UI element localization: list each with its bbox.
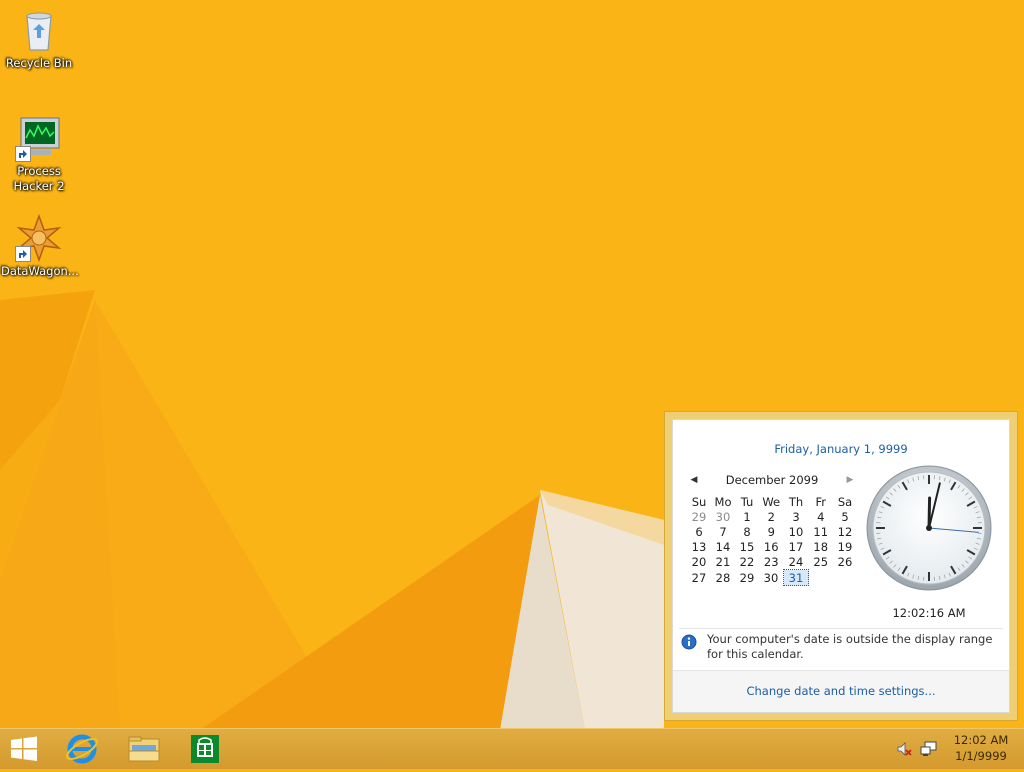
calendar-day[interactable]: 7 xyxy=(711,524,735,539)
calendar-day[interactable]: 11 xyxy=(809,524,834,539)
volume-muted-icon[interactable] xyxy=(896,741,912,757)
store-icon xyxy=(177,729,233,769)
taskbar-clock-date: 1/1/9999 xyxy=(946,748,1016,764)
calendar-day[interactable]: 24 xyxy=(784,554,809,570)
calendar-day[interactable]: 17 xyxy=(784,539,809,554)
info-icon xyxy=(681,634,697,650)
process-hacker-icon xyxy=(15,114,63,162)
calendar-day xyxy=(833,570,857,586)
calendar-day[interactable]: 20 xyxy=(687,554,711,570)
calendar-month-label[interactable]: December 2099 xyxy=(707,472,837,488)
taskbar-internet-explorer[interactable] xyxy=(54,729,110,769)
day-header: Tu xyxy=(735,494,759,509)
taskbar-clock-time: 12:02 AM xyxy=(946,732,1016,748)
calendar-day[interactable]: 28 xyxy=(711,570,735,586)
calendar-day[interactable]: 18 xyxy=(809,539,834,554)
network-icon[interactable] xyxy=(920,741,936,757)
calendar-day[interactable]: 10 xyxy=(784,524,809,539)
calendar-day[interactable]: 29 xyxy=(735,570,759,586)
calendar-day[interactable]: 12 xyxy=(833,524,857,539)
day-header: Fr xyxy=(809,494,834,509)
info-message: Your computer's date is outside the disp… xyxy=(707,632,997,662)
calendar-day[interactable]: 25 xyxy=(809,554,834,570)
long-date-link[interactable]: Friday, January 1, 9999 xyxy=(673,442,1009,456)
calendar-day[interactable]: 5 xyxy=(833,509,857,524)
date-time-flyout: Friday, January 1, 9999 ◀ December 2099 … xyxy=(664,411,1018,721)
calendar-day[interactable]: 26 xyxy=(833,554,857,570)
calendar-day[interactable]: 30 xyxy=(759,570,784,586)
calendar-day[interactable]: 6 xyxy=(687,524,711,539)
start-icon xyxy=(0,729,48,769)
file-explorer-icon xyxy=(116,729,172,769)
calendar-day[interactable]: 15 xyxy=(735,539,759,554)
day-header: Mo xyxy=(711,494,735,509)
day-header: Su xyxy=(687,494,711,509)
calendar-day[interactable]: 22 xyxy=(735,554,759,570)
desktop-icon-process-hacker[interactable]: Process Hacker 2 xyxy=(1,114,77,194)
desktop-icon-recycle-bin[interactable]: Recycle Bin xyxy=(1,6,77,71)
analog-clock xyxy=(865,464,993,592)
taskbar-store[interactable] xyxy=(177,729,233,769)
day-header: Sa xyxy=(833,494,857,509)
digital-time: 12:02:16 AM xyxy=(865,606,993,620)
datawagon-label: DataWagon... xyxy=(1,264,77,279)
flyout-panel: Friday, January 1, 9999 ◀ December 2099 … xyxy=(672,419,1010,713)
calendar-day[interactable]: 14 xyxy=(711,539,735,554)
desktop-icon-datawagon[interactable]: DataWagon... xyxy=(1,214,77,279)
calendar-day[interactable]: 9 xyxy=(759,524,784,539)
clock-center xyxy=(926,525,932,531)
next-month-button[interactable]: ▶ xyxy=(843,472,857,488)
calendar-week-row: 29 30 1 2 3 4 5 xyxy=(687,509,857,524)
calendar-week-row: 20 21 22 23 24 25 26 xyxy=(687,554,857,570)
calendar-day[interactable]: 19 xyxy=(833,539,857,554)
taskbar-clock[interactable]: 12:02 AM 1/1/9999 xyxy=(946,732,1016,764)
calendar-day[interactable]: 4 xyxy=(809,509,834,524)
calendar-day[interactable]: 23 xyxy=(759,554,784,570)
process-hacker-label: Process Hacker 2 xyxy=(1,164,77,194)
calendar-day[interactable]: 29 xyxy=(687,509,711,524)
calendar-week-row: 13 14 15 16 17 18 19 xyxy=(687,539,857,554)
divider xyxy=(679,628,1003,629)
calendar-day xyxy=(809,570,834,586)
day-header: Th xyxy=(784,494,809,509)
calendar-day[interactable]: 1 xyxy=(735,509,759,524)
taskbar: 12:02 AM 1/1/9999 xyxy=(0,728,1024,769)
datawagon-icon xyxy=(15,214,63,262)
calendar-day-selected[interactable]: 31 xyxy=(784,570,809,586)
previous-month-button[interactable]: ◀ xyxy=(687,472,701,488)
shortcut-arrow-icon xyxy=(15,146,31,162)
calendar-week-row: 27 28 29 30 31 xyxy=(687,570,857,586)
change-date-time-settings-link[interactable]: Change date and time settings... xyxy=(673,684,1009,698)
calendar-day[interactable]: 16 xyxy=(759,539,784,554)
calendar-week-row: 6 7 8 9 10 11 12 xyxy=(687,524,857,539)
calendar-day[interactable]: 30 xyxy=(711,509,735,524)
calendar-day[interactable]: 27 xyxy=(687,570,711,586)
recycle-bin-label: Recycle Bin xyxy=(1,56,77,71)
recycle-bin-icon xyxy=(15,6,63,54)
calendar-grid: Su Mo Tu We Th Fr Sa 29 30 1 2 3 4 5 xyxy=(687,494,857,586)
taskbar-file-explorer[interactable] xyxy=(116,729,172,769)
shortcut-arrow-icon xyxy=(15,246,31,262)
calendar-day[interactable]: 3 xyxy=(784,509,809,524)
calendar-day[interactable]: 21 xyxy=(711,554,735,570)
calendar-day[interactable]: 13 xyxy=(687,539,711,554)
day-header: We xyxy=(759,494,784,509)
flyout-footer: Change date and time settings... xyxy=(673,671,1009,712)
day-header-row: Su Mo Tu We Th Fr Sa xyxy=(687,494,857,509)
start-button[interactable] xyxy=(0,729,48,769)
calendar-header: ◀ December 2099 ▶ xyxy=(687,472,857,488)
internet-explorer-icon xyxy=(54,729,110,769)
calendar-day[interactable]: 2 xyxy=(759,509,784,524)
calendar-day[interactable]: 8 xyxy=(735,524,759,539)
